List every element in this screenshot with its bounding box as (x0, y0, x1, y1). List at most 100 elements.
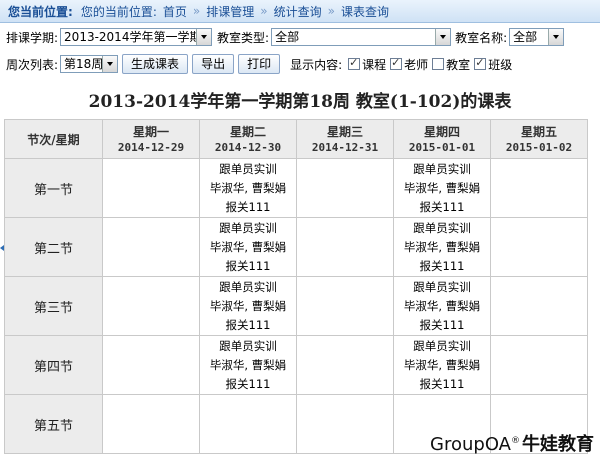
course-name: 跟单员实训 (413, 220, 471, 235)
timetable-cell[interactable] (490, 217, 588, 277)
day-header: 星期二 2014-12-30 (199, 119, 297, 159)
timetable-cell[interactable]: 跟单员实训 毕淑华, 曹梨娟 报关111 (393, 158, 491, 218)
room-type-label: 教室类型: (217, 30, 270, 45)
chevron-down-icon[interactable] (435, 29, 451, 45)
watermark-brand: GroupOA (430, 434, 511, 455)
room-name-select-value: 全部 (513, 30, 538, 44)
timetable-cell[interactable] (102, 394, 200, 454)
course-checkbox[interactable] (348, 56, 361, 70)
display-content-label: 显示内容: (290, 57, 343, 72)
timetable-cell[interactable] (102, 158, 200, 218)
day-date: 2014-12-30 (214, 140, 282, 154)
course-teachers: 毕淑华, 曹梨娟 (403, 298, 481, 313)
course-name: 跟单员实训 (413, 338, 471, 353)
day-date: 2014-12-29 (117, 140, 185, 154)
week-select-value: 第18周 (64, 57, 104, 71)
timetable-cell[interactable] (102, 335, 200, 395)
timetable-cell[interactable] (296, 158, 394, 218)
course-teachers: 毕淑华, 曹梨娟 (403, 239, 481, 254)
term-select[interactable]: 2013-2014学年第一学期 (60, 28, 213, 46)
course-name: 跟单员实训 (219, 279, 277, 294)
watermark-cn: 牛娃教育 (522, 434, 594, 455)
filter-row-2: 周次列表: 第18周 生成课表 导出 打印 显示内容: 课程 老师 教室 班级 (0, 53, 600, 75)
day-name: 星期二 (229, 124, 266, 139)
filter-row-1: 排课学期: 2013-2014学年第一学期 教室类型: 全部 教室名称: 全部 (0, 26, 600, 48)
chevron-down-icon[interactable] (196, 29, 212, 45)
timetable-cell[interactable] (490, 276, 588, 336)
breadcrumb-timetable-link[interactable]: 课表查询 (341, 3, 389, 20)
timetable-cell[interactable]: 跟单员实训 毕淑华, 曹梨娟 报关111 (393, 217, 491, 277)
day-date: 2015-01-01 (408, 140, 476, 154)
class-checkbox[interactable] (474, 56, 487, 70)
slot-label: 第三节 (4, 276, 103, 336)
room-type-select-value: 全部 (275, 30, 300, 44)
course-name: 跟单员实训 (219, 338, 277, 353)
room-name-select[interactable]: 全部 (509, 28, 565, 46)
slot-label: 第五节 (4, 394, 103, 454)
timetable-cell[interactable] (296, 335, 394, 395)
course-name: 跟单员实训 (219, 220, 277, 235)
slot-label: 第四节 (4, 335, 103, 395)
course-class: 报关111 (225, 376, 271, 391)
table-row: 第四节 跟单员实训 毕淑华, 曹梨娟 报关111 跟单员实训 毕淑华, 曹梨娟 报关11… (4, 335, 588, 395)
generate-timetable-button[interactable]: 生成课表 (122, 54, 189, 74)
breadcrumb-home-link[interactable]: 首页 (163, 3, 187, 20)
table-row: 第三节 跟单员实训 毕淑华, 曹梨娟 报关111 跟单员实训 毕淑华, 曹梨娟 报关11… (4, 276, 588, 336)
chevron-down-icon[interactable] (102, 56, 118, 72)
class-checkbox-label: 班级 (488, 57, 513, 72)
print-button[interactable]: 打印 (238, 54, 281, 74)
breadcrumb-separator: » (260, 4, 268, 18)
timetable-cell[interactable] (296, 217, 394, 277)
timetable-cell[interactable] (296, 276, 394, 336)
breadcrumb-label: 您当前位置: (8, 4, 73, 19)
course-teachers: 毕淑华, 曹梨娟 (209, 357, 287, 372)
course-class: 报关111 (225, 317, 271, 332)
classroom-checkbox[interactable] (432, 58, 445, 70)
day-header: 星期四 2015-01-01 (393, 119, 491, 159)
course-teachers: 毕淑华, 曹梨娟 (209, 239, 287, 254)
timetable-cell[interactable] (490, 158, 588, 218)
page-title: 2013-2014学年第一学期第18周 教室(1-102)的课表 (88, 92, 512, 112)
breadcrumb-separator: » (192, 4, 201, 18)
day-name: 星期四 (423, 124, 460, 139)
timetable-cell[interactable]: 跟单员实训毕淑华, 曹梨娟 报关111 (199, 335, 297, 395)
week-label: 周次列表: (6, 57, 59, 72)
course-teachers: 毕淑华, 曹梨娟 (403, 180, 481, 195)
teacher-checkbox[interactable] (390, 56, 403, 70)
timetable-cell[interactable]: 跟单员实训 毕淑华, 曹梨娟 报关111 (393, 276, 491, 336)
term-select-value: 2013-2014学年第一学期 (64, 30, 202, 44)
course-class: 报关111 (419, 376, 465, 391)
day-header: 星期五 2015-01-02 (490, 119, 588, 159)
watermark: GroupOA® 牛娃教育 (430, 430, 594, 456)
timetable-cell[interactable] (199, 394, 297, 454)
timetable-cell[interactable]: 跟单员实训 毕淑华, 曹梨娟 报关111 (199, 158, 297, 218)
day-name: 星期一 (132, 124, 169, 139)
slot-label: 第二节 (4, 217, 103, 277)
timetable-cell[interactable] (102, 276, 200, 336)
table-row: 第二节 跟单员实训 毕淑华, 曹梨娟 报关111 跟单员实训 毕淑华, 曹梨娟 报关11… (4, 217, 588, 277)
timetable-cell[interactable]: 跟单员实训毕淑华, 曹梨娟 报关111 (199, 217, 297, 277)
teacher-checkbox-label: 老师 (404, 57, 429, 72)
classroom-checkbox-label: 教室 (446, 57, 471, 72)
course-class: 报关111 (419, 199, 465, 214)
course-class: 报关111 (419, 317, 465, 332)
breadcrumb-statistics-link[interactable]: 统计查询 (274, 3, 322, 20)
room-type-select[interactable]: 全部 (271, 28, 452, 46)
day-header: 星期三 2014-12-31 (296, 119, 394, 159)
timetable-cell[interactable] (296, 394, 394, 454)
breadcrumb-scheduling-link[interactable]: 排课管理 (206, 3, 254, 20)
chevron-down-icon[interactable] (548, 29, 564, 45)
timetable-cell[interactable] (490, 335, 588, 395)
timetable-cell[interactable] (102, 217, 200, 277)
course-class: 报关111 (225, 258, 271, 273)
timetable-cell[interactable]: 跟单员实训 毕淑华, 曹梨娟 报关111 (393, 335, 491, 395)
timetable-cell[interactable]: 跟单员实训 毕淑华, 曹梨娟 报关111 (199, 276, 297, 336)
table-row: 第一节 跟单员实训 毕淑华, 曹梨娟 报关111 跟单员实训 毕淑华, 曹梨娟 报关11… (4, 158, 588, 218)
breadcrumb-separator: » (327, 4, 335, 18)
corner-header: 节次/星期 (4, 119, 103, 159)
day-header: 星期一 2014-12-29 (102, 119, 200, 159)
registered-mark: ® (511, 436, 520, 446)
week-select[interactable]: 第18周 (60, 55, 119, 73)
export-button[interactable]: 导出 (192, 54, 235, 74)
day-name: 星期五 (520, 124, 557, 139)
